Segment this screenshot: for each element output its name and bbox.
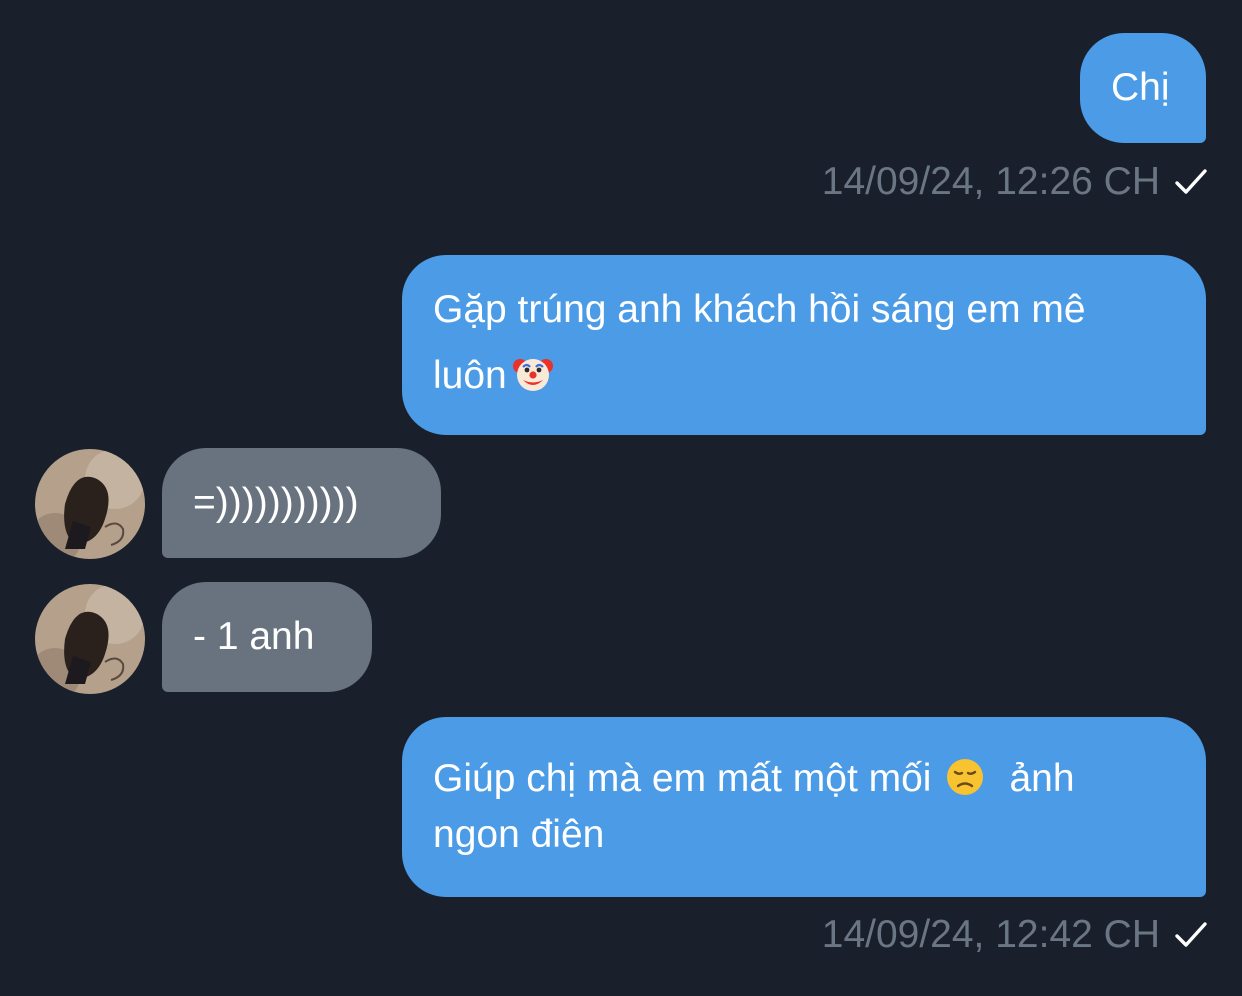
message-text-line: Gặp trúng anh khách hồi sáng em mê: [433, 288, 1086, 331]
message-timestamp: 14/09/24, 12:26 CH: [821, 160, 1160, 203]
message-bubble-incoming[interactable]: - 1 anh: [162, 582, 372, 692]
message-text: =))))))))))): [193, 481, 359, 524]
avatar[interactable]: [35, 584, 145, 694]
message-text: Chị: [1111, 66, 1170, 109]
message-bubble-outgoing[interactable]: Chị: [1080, 33, 1206, 143]
message-bubble-outgoing[interactable]: Giúp chị mà em mất một mối ảnh ngon điên: [402, 717, 1206, 897]
clown-face-emoji: [512, 354, 553, 410]
check-icon: [1174, 920, 1208, 950]
message-bubble-incoming[interactable]: =))))))))))): [162, 448, 441, 558]
avatar[interactable]: [35, 449, 145, 559]
disappointed-face-emoji: [945, 757, 985, 813]
message-text-line: Giúp chị mà em mất một mối ảnh: [433, 751, 1186, 807]
message-text: - 1 anh: [193, 615, 315, 658]
message-timestamp: 14/09/24, 12:42 CH: [821, 913, 1160, 956]
message-text-line: luôn: [433, 348, 1186, 410]
message-text-line: ngon điên: [433, 813, 605, 856]
chat-thread: Chị 14/09/24, 12:26 CH Gặp trúng anh khá…: [0, 0, 1242, 996]
check-icon: [1174, 167, 1208, 197]
message-bubble-outgoing[interactable]: Gặp trúng anh khách hồi sáng em mê luôn: [402, 255, 1206, 435]
message-meta: 14/09/24, 12:42 CH: [822, 907, 1208, 963]
message-meta: 14/09/24, 12:26 CH: [822, 154, 1208, 210]
